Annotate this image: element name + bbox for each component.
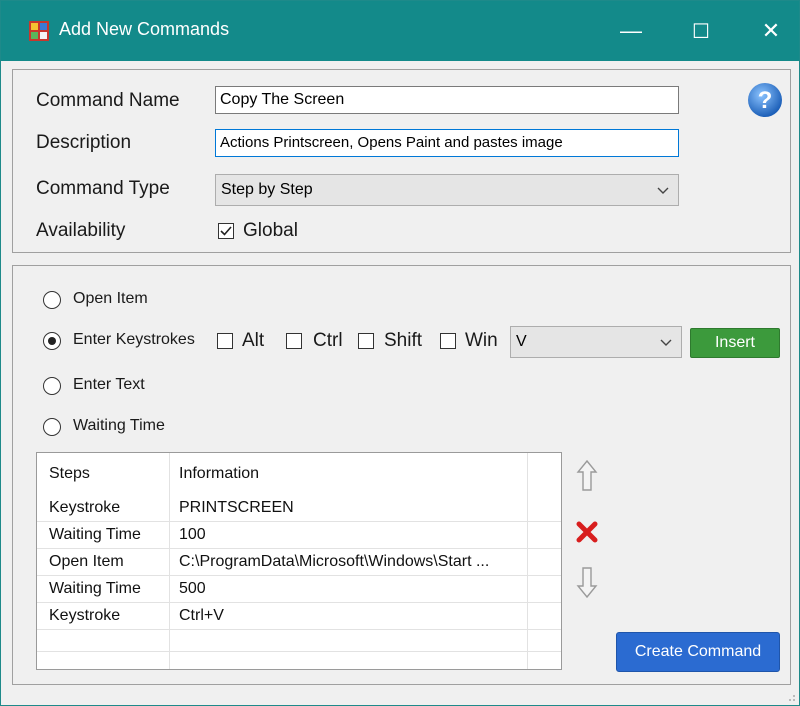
create-command-label: Create Command (634, 643, 762, 660)
description-input[interactable]: Actions Printscreen, Opens Paint and pas… (215, 129, 679, 157)
step-information: Ctrl+V (179, 607, 224, 624)
arrow-up-icon (576, 459, 598, 491)
key-value: V (516, 333, 527, 350)
app-icon (29, 21, 49, 41)
insert-button[interactable]: Insert (690, 328, 780, 358)
row-divider (37, 629, 561, 630)
add-new-commands-window: Add New Commands — ☐ ✕ Command Name Copy… (0, 0, 800, 706)
shift-checkbox[interactable] (358, 333, 374, 349)
move-up-button[interactable] (575, 458, 599, 494)
step-type: Open Item (49, 553, 124, 570)
ctrl-label: Ctrl (313, 330, 343, 351)
minimize-icon: — (620, 18, 642, 43)
steps-list[interactable]: Steps Information Keystroke PRINTSCREEN … (36, 452, 562, 670)
command-name-label: Command Name (36, 90, 180, 111)
row-divider (37, 651, 561, 652)
row-divider (37, 602, 561, 603)
maximize-button[interactable]: ☐ (671, 1, 731, 61)
close-button[interactable]: ✕ (741, 1, 800, 61)
waiting-time-radio[interactable] (43, 418, 61, 436)
command-details-panel: Command Name Copy The Screen Description… (12, 69, 791, 253)
step-type: Waiting Time (49, 580, 141, 597)
description-label: Description (36, 132, 132, 153)
step-information: C:\ProgramData\Microsoft\Windows\Start .… (179, 553, 490, 570)
checkmark-icon (220, 226, 232, 236)
step-information: PRINTSCREEN (179, 499, 294, 516)
command-name-input[interactable]: Copy The Screen (215, 86, 679, 114)
row-divider (37, 521, 561, 522)
enter-text-label: Enter Text (73, 376, 145, 393)
resize-grip-icon[interactable] (786, 692, 796, 702)
enter-keystrokes-label: Enter Keystrokes (73, 331, 195, 348)
delete-step-button[interactable] (575, 514, 599, 550)
step-type: Keystroke (49, 499, 121, 516)
step-type: Keystroke (49, 607, 121, 624)
create-command-button[interactable]: Create Command (616, 632, 780, 672)
alt-label: Alt (242, 330, 265, 351)
step-information: 100 (179, 526, 206, 543)
chevron-down-icon (660, 339, 672, 346)
column-header-steps[interactable]: Steps (49, 465, 90, 483)
title-bar[interactable]: Add New Commands — ☐ ✕ (1, 1, 799, 61)
row-divider (37, 575, 561, 576)
arrow-down-icon (576, 567, 598, 599)
key-select[interactable]: V (510, 326, 682, 358)
column-divider (527, 453, 528, 669)
command-type-select[interactable]: Step by Step (215, 174, 679, 206)
steps-panel: Open Item Enter Keystrokes Alt Ctrl Shif… (12, 265, 791, 685)
column-header-information[interactable]: Information (179, 465, 259, 483)
row-divider (37, 548, 561, 549)
waiting-time-label: Waiting Time (73, 417, 165, 434)
enter-text-radio[interactable] (43, 377, 61, 395)
maximize-icon: ☐ (692, 20, 710, 43)
command-type-value: Step by Step (221, 181, 313, 198)
shift-label: Shift (384, 330, 423, 351)
radio-selected-dot (48, 337, 56, 345)
alt-checkbox[interactable] (217, 333, 233, 349)
ctrl-checkbox[interactable] (286, 333, 302, 349)
help-icon[interactable]: ? (747, 82, 783, 118)
step-type: Waiting Time (49, 526, 141, 543)
open-item-label: Open Item (73, 290, 148, 307)
minimize-button[interactable]: — (601, 1, 661, 61)
delete-x-icon (576, 521, 598, 543)
move-down-button[interactable] (575, 564, 599, 600)
step-information: 500 (179, 580, 206, 597)
win-label: Win (465, 330, 498, 351)
svg-text:?: ? (758, 87, 773, 114)
enter-keystrokes-radio[interactable] (43, 332, 61, 350)
chevron-down-icon (657, 187, 669, 194)
column-divider (169, 453, 170, 669)
window-title: Add New Commands (59, 19, 230, 39)
availability-label: Availability (36, 220, 126, 241)
open-item-radio[interactable] (43, 291, 61, 309)
global-label: Global (243, 220, 298, 241)
close-icon: ✕ (761, 18, 781, 43)
global-checkbox[interactable] (218, 223, 234, 239)
insert-button-label: Insert (714, 334, 755, 351)
win-checkbox[interactable] (440, 333, 456, 349)
command-type-label: Command Type (36, 178, 170, 199)
